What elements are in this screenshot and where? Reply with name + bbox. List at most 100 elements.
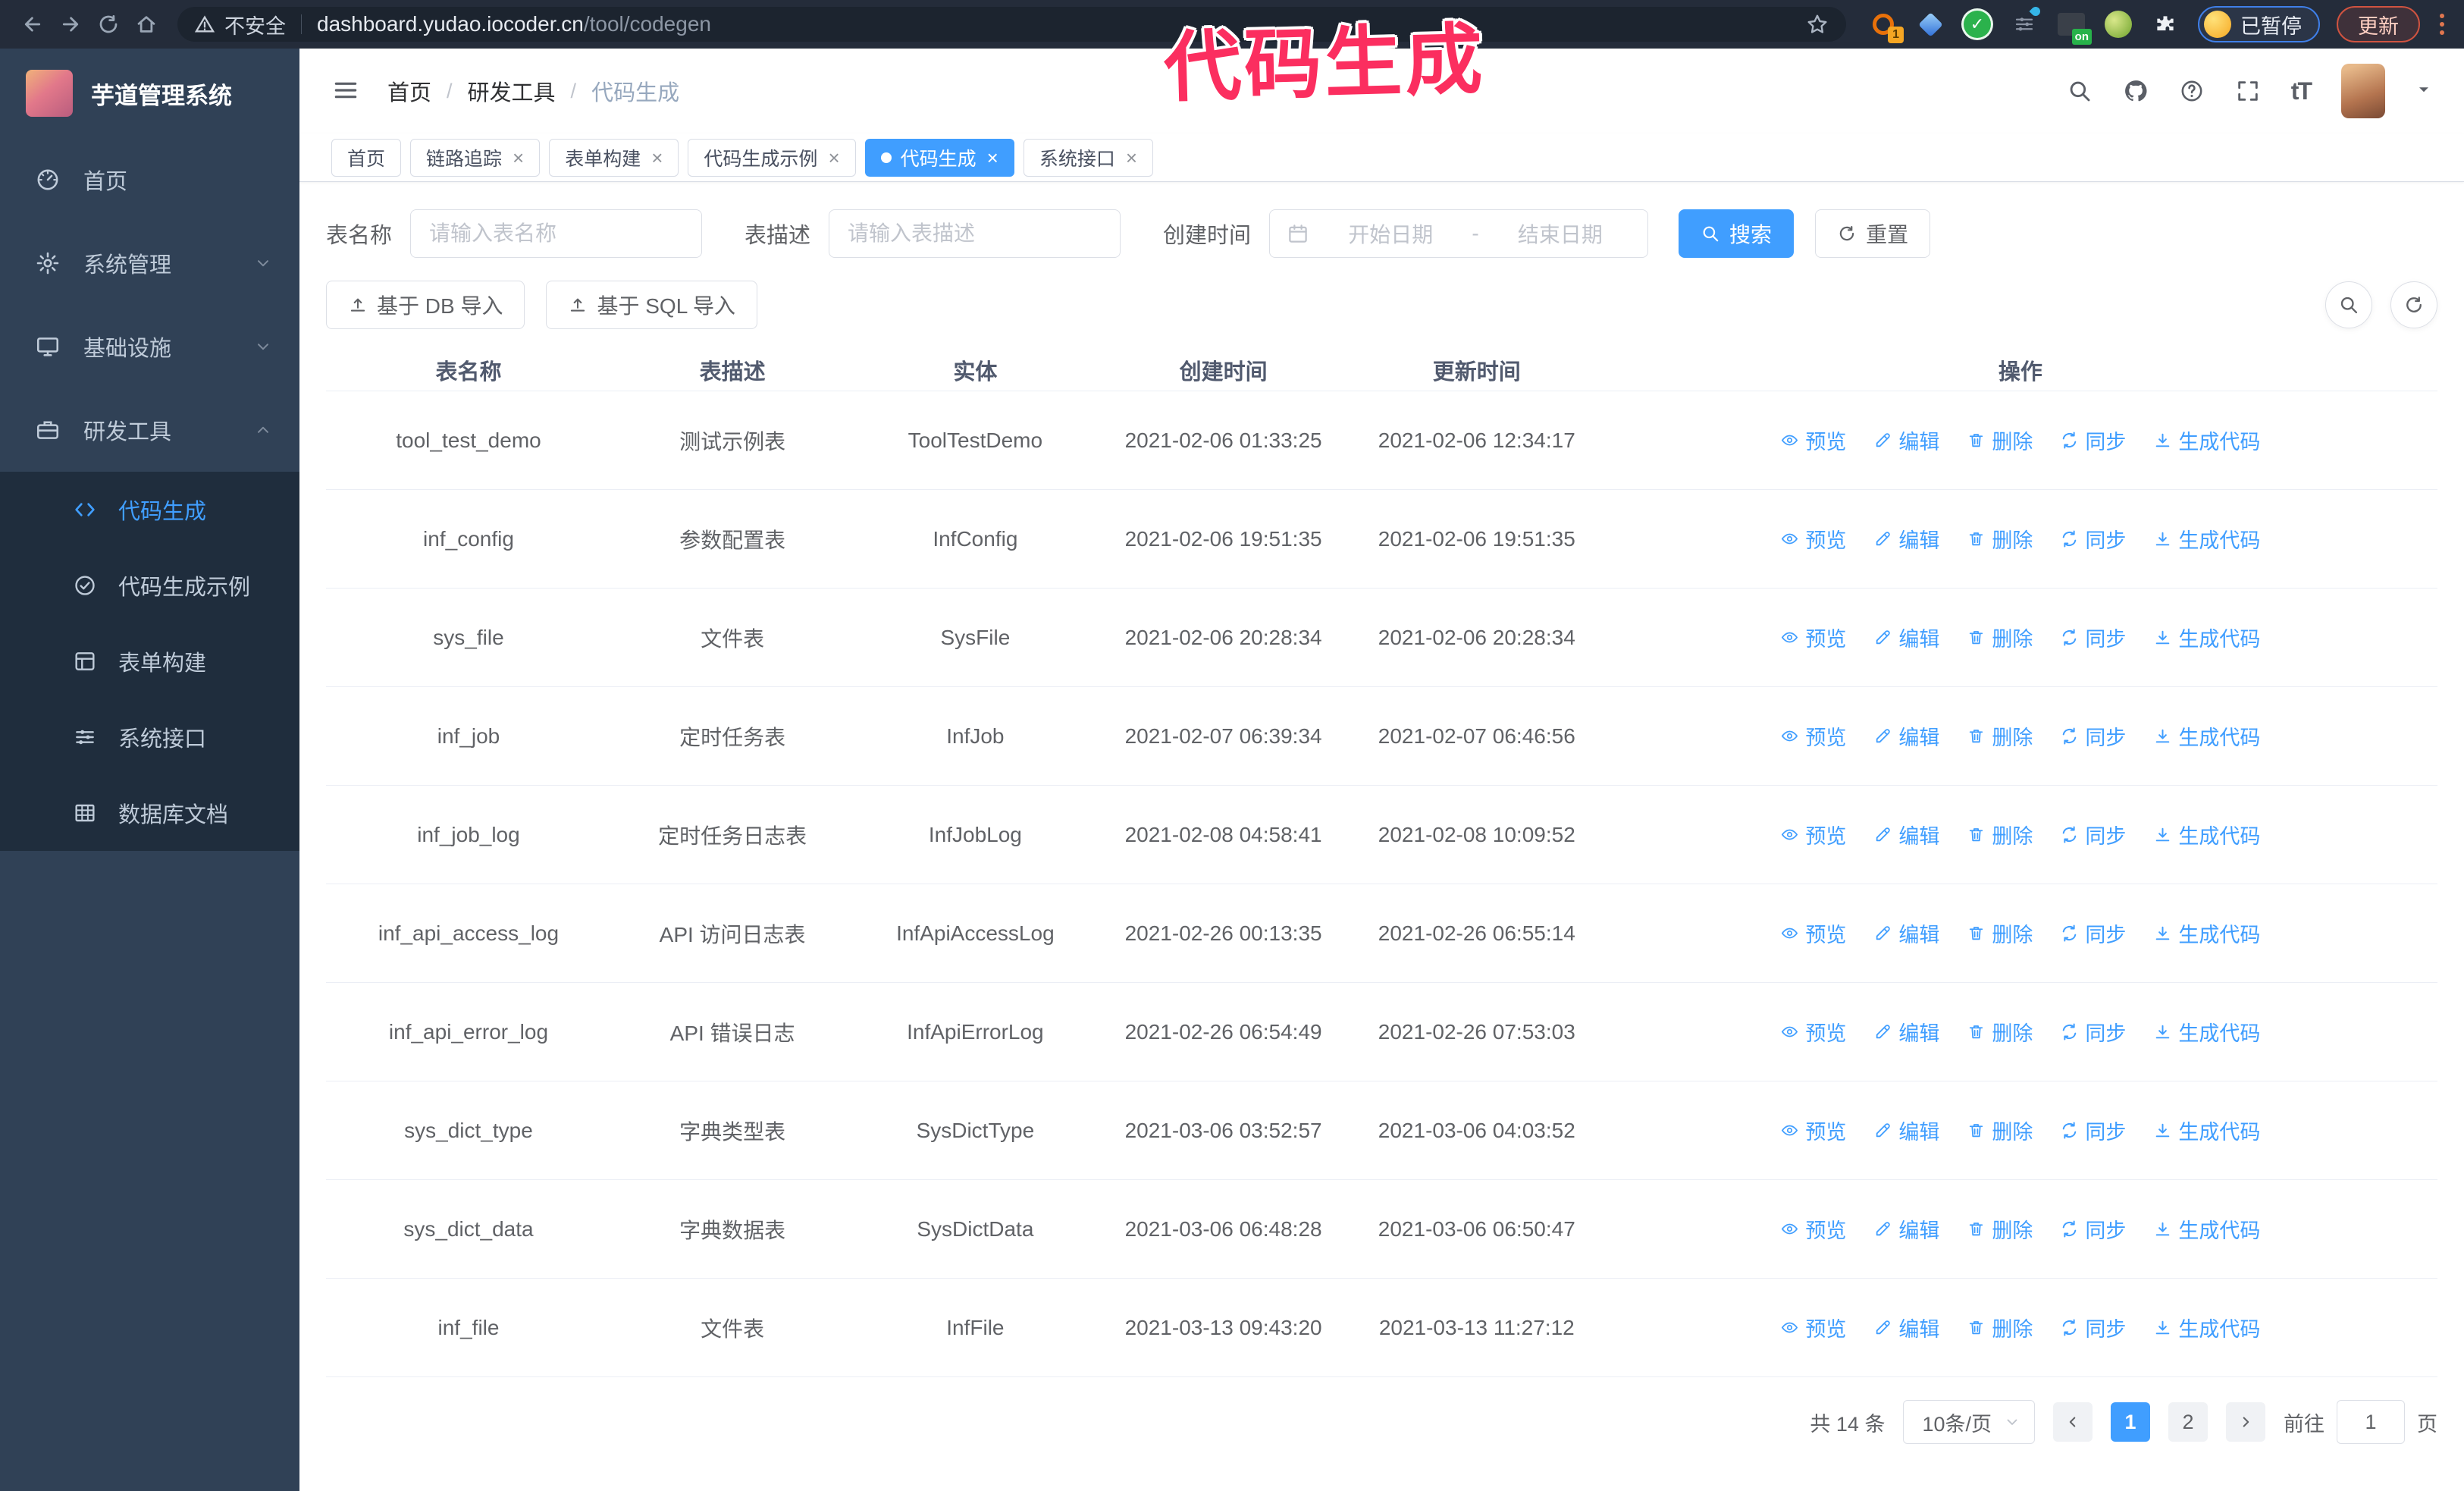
sync-link[interactable]: 同步	[2060, 1313, 2126, 1342]
header-search-icon[interactable]	[2067, 78, 2093, 104]
breadcrumb-home[interactable]: 首页	[387, 75, 431, 107]
toggle-search-button[interactable]	[2325, 281, 2372, 328]
delete-link[interactable]: 删除	[1967, 918, 2033, 948]
sync-link[interactable]: 同步	[2060, 1214, 2126, 1244]
preview-link[interactable]: 预览	[1780, 623, 1846, 652]
sync-link[interactable]: 同步	[2060, 623, 2126, 652]
table-desc-input[interactable]	[829, 209, 1121, 258]
sync-link[interactable]: 同步	[2060, 1017, 2126, 1047]
delete-link[interactable]: 删除	[1967, 425, 2033, 455]
generate-code-link[interactable]: 生成代码	[2153, 721, 2260, 751]
sync-link[interactable]: 同步	[2060, 918, 2126, 948]
tab-tracing[interactable]: 链路追踪 ×	[410, 138, 541, 177]
generate-code-link[interactable]: 生成代码	[2153, 623, 2260, 652]
extension-monkey-icon[interactable]	[2104, 10, 2133, 39]
delete-link[interactable]: 删除	[1967, 1017, 2033, 1047]
sync-link[interactable]: 同步	[2060, 721, 2126, 751]
generate-code-link[interactable]: 生成代码	[2153, 524, 2260, 554]
avatar-caret-down-icon[interactable]	[2415, 81, 2432, 102]
preview-link[interactable]: 预览	[1780, 1313, 1846, 1342]
sidebar-item-system-interface[interactable]: 系统接口	[0, 699, 299, 775]
delete-link[interactable]: 删除	[1967, 820, 2033, 849]
sidebar-item-code-generation[interactable]: 代码生成	[0, 472, 299, 548]
sidebar-item-form-builder[interactable]: 表单构建	[0, 623, 299, 699]
next-page-button[interactable]	[2226, 1402, 2265, 1442]
generate-code-link[interactable]: 生成代码	[2153, 1313, 2260, 1342]
fullscreen-icon[interactable]	[2235, 78, 2261, 104]
import-from-db-button[interactable]: 基于 DB 导入	[326, 281, 525, 329]
tab-close-icon[interactable]: ×	[828, 148, 839, 168]
tab-close-icon[interactable]: ×	[513, 148, 524, 168]
page-size-select[interactable]: 10条/页	[1903, 1400, 2035, 1444]
delete-link[interactable]: 删除	[1967, 1116, 2033, 1145]
preview-link[interactable]: 预览	[1780, 721, 1846, 751]
prev-page-button[interactable]	[2053, 1402, 2093, 1442]
extension-shield-icon[interactable]	[1963, 10, 1992, 39]
extension-on-icon[interactable]: on	[2057, 10, 2092, 45]
forward-icon[interactable]	[55, 8, 86, 40]
sync-link[interactable]: 同步	[2060, 1116, 2126, 1145]
generate-code-link[interactable]: 生成代码	[2153, 820, 2260, 849]
page-button-1[interactable]: 1	[2111, 1402, 2150, 1442]
generate-code-link[interactable]: 生成代码	[2153, 1116, 2260, 1145]
delete-link[interactable]: 删除	[1967, 1313, 2033, 1342]
sidebar-item-system-management[interactable]: 系统管理	[0, 221, 299, 305]
tab-code-generation[interactable]: 代码生成 ×	[864, 138, 1014, 177]
breadcrumb-dev-tools[interactable]: 研发工具	[468, 75, 556, 107]
extensions-puzzle-icon[interactable]	[2151, 10, 2180, 39]
extension-sliders-icon[interactable]	[2010, 5, 2042, 39]
edit-link[interactable]: 编辑	[1873, 721, 1939, 751]
sync-link[interactable]: 同步	[2060, 425, 2126, 455]
hamburger-icon[interactable]	[331, 76, 362, 106]
tab-close-icon[interactable]: ×	[651, 148, 663, 168]
sidebar-item-code-generation-example[interactable]: 代码生成示例	[0, 548, 299, 623]
preview-link[interactable]: 预览	[1780, 425, 1846, 455]
user-avatar[interactable]	[2341, 64, 2385, 118]
sync-link[interactable]: 同步	[2060, 524, 2126, 554]
edit-link[interactable]: 编辑	[1873, 1214, 1939, 1244]
generate-code-link[interactable]: 生成代码	[2153, 425, 2260, 455]
sidebar-item-dev-tools[interactable]: 研发工具	[0, 388, 299, 472]
app-logo[interactable]: 芋道管理系统	[0, 49, 299, 138]
preview-link[interactable]: 预览	[1780, 820, 1846, 849]
tab-close-icon[interactable]: ×	[1126, 148, 1137, 168]
generate-code-link[interactable]: 生成代码	[2153, 918, 2260, 948]
edit-link[interactable]: 编辑	[1873, 1116, 1939, 1145]
edit-link[interactable]: 编辑	[1873, 623, 1939, 652]
tab-codegen-example[interactable]: 代码生成示例 ×	[688, 138, 856, 177]
sync-link[interactable]: 同步	[2060, 820, 2126, 849]
goto-page-input[interactable]	[2337, 1400, 2405, 1444]
tab-home[interactable]: 首页	[331, 138, 402, 177]
delete-link[interactable]: 删除	[1967, 524, 2033, 554]
sidebar-item-database-docs[interactable]: 数据库文档	[0, 775, 299, 851]
preview-link[interactable]: 预览	[1780, 1116, 1846, 1145]
edit-link[interactable]: 编辑	[1873, 1017, 1939, 1047]
table-name-input[interactable]	[410, 209, 703, 258]
font-size-icon[interactable]: tT	[2291, 77, 2312, 105]
edit-link[interactable]: 编辑	[1873, 425, 1939, 455]
home-icon[interactable]	[130, 8, 162, 40]
browser-menu-icon[interactable]	[2437, 11, 2447, 38]
delete-link[interactable]: 删除	[1967, 1214, 2033, 1244]
preview-link[interactable]: 预览	[1780, 1017, 1846, 1047]
refresh-table-button[interactable]	[2390, 281, 2437, 328]
browser-update-button[interactable]: 更新	[2337, 6, 2420, 42]
edit-link[interactable]: 编辑	[1873, 918, 1939, 948]
sidebar-item-infrastructure[interactable]: 基础设施	[0, 305, 299, 388]
create-time-range-picker[interactable]: 开始日期 - 结束日期	[1269, 209, 1649, 258]
sidebar-item-home[interactable]: 首页	[0, 138, 299, 221]
tab-form-builder[interactable]: 表单构建 ×	[549, 138, 679, 177]
edit-link[interactable]: 编辑	[1873, 820, 1939, 849]
search-button[interactable]: 搜索	[1679, 209, 1795, 258]
generate-code-link[interactable]: 生成代码	[2153, 1017, 2260, 1047]
edit-link[interactable]: 编辑	[1873, 524, 1939, 554]
page-button-2[interactable]: 2	[2168, 1402, 2208, 1442]
help-icon[interactable]	[2179, 78, 2205, 104]
delete-link[interactable]: 删除	[1967, 721, 2033, 751]
reload-icon[interactable]	[92, 8, 124, 40]
edit-link[interactable]: 编辑	[1873, 1313, 1939, 1342]
tab-system-interface[interactable]: 系统接口 ×	[1023, 138, 1154, 177]
generate-code-link[interactable]: 生成代码	[2153, 1214, 2260, 1244]
preview-link[interactable]: 预览	[1780, 918, 1846, 948]
preview-link[interactable]: 预览	[1780, 1214, 1846, 1244]
